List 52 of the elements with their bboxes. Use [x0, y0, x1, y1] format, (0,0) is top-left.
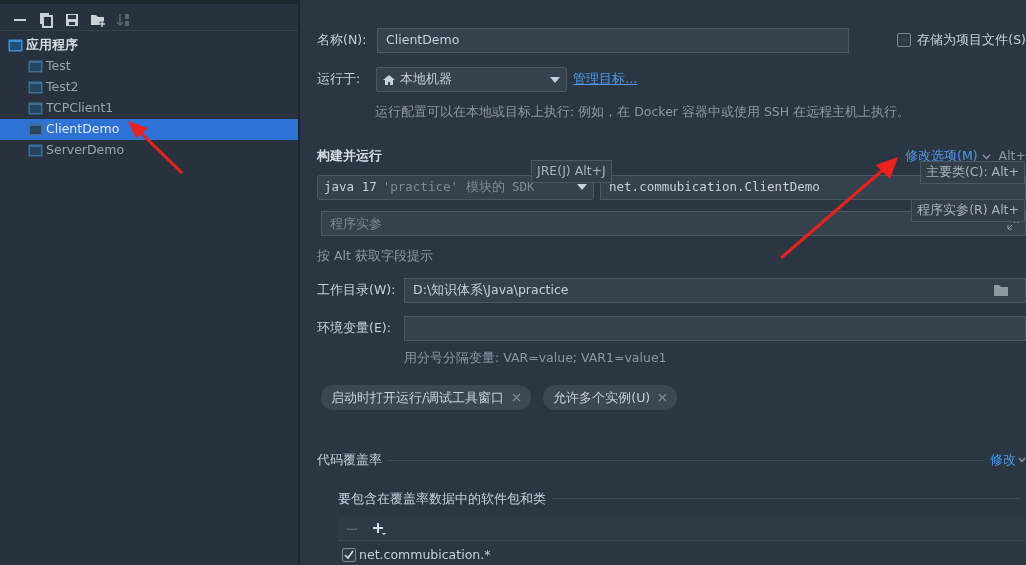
text-input[interactable]: ClientDemo: [384, 30, 843, 51]
field-label: 环境变量(E):: [317, 318, 392, 337]
copy-icon[interactable]: [38, 12, 54, 28]
window-icon: [28, 60, 43, 73]
window-icon: [28, 144, 43, 157]
working-directory-field[interactable]: D:\知识体系\Java\practice: [404, 277, 1026, 303]
tooltip: JRE(J) Alt+J: [531, 160, 612, 183]
tree-item[interactable]: Test: [0, 56, 299, 77]
option-chip[interactable]: 启动时打开运行/调试工具窗口: [321, 385, 532, 411]
hint-text: 按 Alt 获取字段提示: [317, 246, 433, 265]
tooltip: 主要类(C): Alt+: [919, 161, 1025, 184]
checkbox[interactable]: [897, 33, 912, 48]
chevron-icon: [1018, 457, 1026, 464]
subsection-title: 要包含在覆盖率数据中的软件包和类: [338, 489, 547, 508]
window-icon: [8, 39, 23, 52]
field-label: 工作目录(W):: [317, 281, 397, 300]
checkbox-label: 存储为项目文件(S): [917, 31, 1026, 50]
hint-text: 运行配置可以在本地或目标上执行: 例如，在 Docker 容器中或使用 SSH 在远程主机上执行。: [375, 102, 911, 121]
tree-item[interactable]: TCPClient1: [0, 98, 299, 119]
section-title: 代码覆盖率: [317, 450, 383, 469]
caret-icon: [550, 76, 561, 83]
name-field[interactable]: ClientDemo: [377, 27, 850, 53]
sort-icon[interactable]: [116, 12, 132, 28]
add-folder-icon[interactable]: [90, 12, 106, 28]
window-icon: [28, 102, 43, 115]
chevron-icon: [981, 153, 991, 160]
tooltip: 程序实参(R) Alt+: [911, 199, 1025, 222]
hint-text: 用分号分隔变量: VAR=value; VAR1=value1: [404, 349, 667, 368]
field-label: 运行于:: [317, 70, 362, 89]
environment-variables-field[interactable]: [404, 315, 1026, 341]
folder-icon[interactable]: [994, 284, 1009, 297]
home-icon: [383, 73, 396, 86]
close-icon[interactable]: [512, 393, 522, 403]
tree-item[interactable]: ClientDemo: [0, 119, 299, 140]
add-icon[interactable]: [372, 521, 387, 536]
tree-root-label[interactable]: 应用程序: [26, 36, 78, 55]
checkbox[interactable]: [342, 548, 357, 563]
section-title: 构建并运行: [317, 147, 383, 166]
window-icon: [28, 123, 43, 136]
window-icon: [28, 81, 43, 94]
option-chip[interactable]: 允许多个实例(U): [543, 385, 678, 411]
manage-targets-link[interactable]: 管理目标...: [573, 70, 638, 90]
target-dropdown[interactable]: 本地机器: [376, 67, 568, 93]
field-label: 名称(N):: [317, 31, 368, 50]
text-input[interactable]: D:\知识体系\Java\practice: [411, 280, 994, 301]
modify-link[interactable]: 修改: [990, 450, 1016, 470]
tree-item[interactable]: ServerDemo: [0, 140, 299, 161]
tree-item[interactable]: Test2: [0, 77, 299, 98]
save-icon[interactable]: [64, 12, 80, 28]
close-icon[interactable]: [658, 393, 668, 403]
annotation-arrow: [126, 120, 186, 176]
package-item: net.commubication.*: [359, 545, 491, 564]
